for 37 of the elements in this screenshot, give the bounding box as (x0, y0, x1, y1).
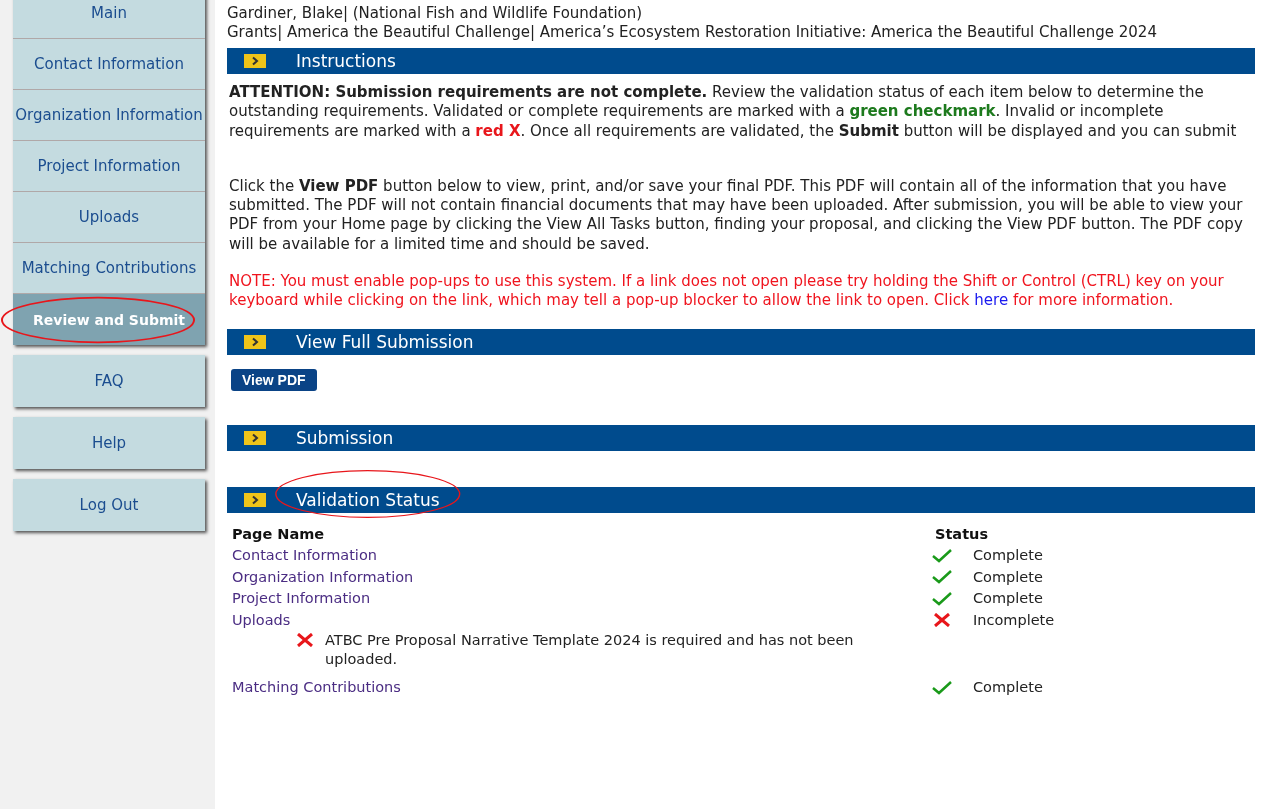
section-title: View Full Submission (296, 331, 474, 352)
breadcrumb-text: Gardiner, Blake| (National Fish and Wildlife Foundation) (227, 4, 644, 23)
status-text: Complete (973, 546, 1043, 566)
section-title: Submission (296, 427, 394, 448)
issue-text: ATBC Pre Proposal Narrative Template 2024 is required and has not been uploaded. (325, 631, 855, 670)
nav-item[interactable]: Uploads (13, 192, 205, 243)
nav-item[interactable]: Help (13, 417, 205, 469)
status-text: Incomplete (973, 610, 1055, 630)
page-link[interactable]: Project Information (229, 588, 932, 610)
instruction-text: Click the View PDF button below to view, print, and/or save your final PDF. This PDF will contain all of the information that you have submitted. The PDF will not contain financial documents that may have been uploaded. After submission, you will be able to view your PDF from your Home page by clicking the View All Tasks button, finding your proposal, and clicking the View PDF button. The PDF copy will be available for a limited time and should be saved. (229, 176, 1244, 255)
status-text: Complete (973, 678, 1043, 698)
page-link[interactable]: Organization Information (229, 566, 932, 589)
section-title: Instructions (296, 51, 396, 71)
instruction-text: ATTENTION: Submission requirements are not complete. Review the validation status of each item below to determine the outstanding requirements. Validated or complete requirements are marked with a green checkmark. Invalid or incomplete requirements are marked with a red X. Once all requirements are validated, the Submit button will be displayed and you can submit (229, 83, 1238, 141)
expand-icon[interactable] (244, 334, 266, 349)
nav-item[interactable]: Contact Information (13, 39, 205, 90)
expand-icon[interactable] (244, 430, 266, 445)
page-link[interactable]: Contact Information (229, 545, 932, 567)
column-header: Page Name (231, 524, 326, 544)
nav-item[interactable]: FAQ (13, 355, 205, 407)
expand-icon[interactable] (244, 492, 266, 507)
nav-item[interactable]: Log Out (13, 479, 205, 531)
instruction-text: NOTE: You must enable pop-ups to use this system. If a link does not open please try holding the Shift or Control (CTRL) key on your keyboard while clicking on the link, which may tell a pop-up blocker to allow the link to open. Click here for more information. (229, 272, 1225, 311)
here-link[interactable]: here (974, 291, 1009, 310)
column-header: Status (934, 524, 989, 544)
view-pdf-button[interactable]: View PDF (231, 368, 317, 391)
nav-item[interactable]: Main (13, 0, 205, 39)
section-title: Validation Status (296, 489, 440, 510)
cross-icon (295, 633, 315, 648)
status-text: Complete (973, 589, 1043, 609)
breadcrumb-text: Grants| America the Beautiful Challenge| America’s Ecosystem Restoration Initiative: America the Beautiful Challenge 2024 (227, 23, 1158, 42)
nav-item[interactable]: Project Information (13, 141, 205, 192)
nav-item[interactable]: Organization Information (13, 90, 205, 141)
status-text: Complete (973, 567, 1043, 587)
expand-icon[interactable] (244, 54, 266, 68)
page-link[interactable]: Uploads (229, 609, 932, 632)
page-link[interactable]: Matching Contributions (229, 677, 932, 699)
